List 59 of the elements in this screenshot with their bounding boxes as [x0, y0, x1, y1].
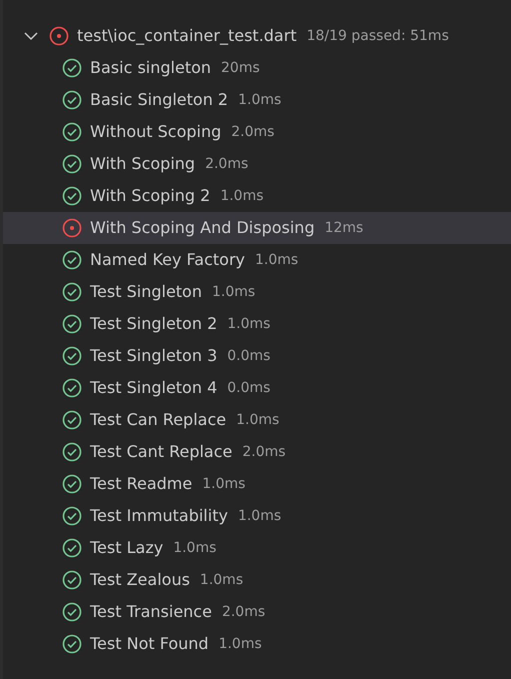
test-name: With Scoping And Disposing: [90, 217, 315, 239]
test-row[interactable]: Test Singleton 3 0.0ms: [3, 340, 511, 372]
test-name: Without Scoping: [90, 121, 222, 143]
test-duration: 0.0ms: [227, 378, 270, 398]
test-row[interactable]: Test Lazy 1.0ms: [3, 532, 511, 564]
test-row[interactable]: Test Can Replace 1.0ms: [3, 404, 511, 436]
test-duration: 20ms: [221, 58, 260, 78]
test-row[interactable]: Test Singleton 2 1.0ms: [3, 308, 511, 340]
test-name: Test Immutability: [90, 505, 228, 527]
test-name: With Scoping: [90, 153, 196, 175]
test-row[interactable]: Basic Singleton 2 1.0ms: [3, 84, 511, 116]
test-duration: 2.0ms: [231, 122, 274, 142]
test-duration: 1.0ms: [236, 410, 280, 430]
test-duration: 1.0ms: [238, 90, 282, 110]
test-duration: 1.0ms: [218, 634, 262, 654]
test-duration: 1.0ms: [238, 506, 282, 526]
test-row[interactable]: With Scoping And Disposing 12ms: [3, 212, 511, 244]
test-row[interactable]: Named Key Factory 1.0ms: [3, 244, 511, 276]
test-name: Test Singleton 2: [90, 313, 218, 335]
test-name: Test Cant Replace: [90, 441, 232, 463]
test-row[interactable]: Test Readme 1.0ms: [3, 468, 511, 500]
test-name: Test Singleton 3: [90, 345, 218, 367]
test-row[interactable]: With Scoping 2 1.0ms: [3, 180, 511, 212]
test-duration: 2.0ms: [242, 442, 286, 462]
test-name: Test Transience: [90, 601, 212, 623]
test-duration: 2.0ms: [205, 154, 248, 174]
test-name: Named Key Factory: [90, 249, 245, 271]
test-name: With Scoping 2: [90, 185, 210, 207]
test-duration: 1.0ms: [254, 250, 298, 270]
test-row[interactable]: Test Not Found 1.0ms: [3, 628, 511, 660]
test-row[interactable]: Test Cant Replace 2.0ms: [3, 436, 511, 468]
test-row[interactable]: Test Zealous 1.0ms: [3, 564, 511, 596]
test-name: Test Zealous: [90, 569, 190, 591]
test-row[interactable]: Test Singleton 4 0.0ms: [3, 372, 511, 404]
test-name: Test Lazy: [90, 537, 164, 559]
test-name: Test Not Found: [90, 633, 209, 655]
test-duration: 12ms: [324, 218, 364, 238]
test-duration: 2.0ms: [222, 602, 266, 622]
test-name: Test Can Replace: [90, 409, 226, 431]
test-row[interactable]: With Scoping 2.0ms: [3, 148, 511, 180]
test-duration: 1.0ms: [202, 474, 246, 494]
file-name: test\ioc_container_test.dart: [77, 25, 297, 47]
test-name: Basic singleton: [90, 57, 212, 79]
test-name: Basic Singleton 2: [90, 89, 228, 111]
test-row[interactable]: Basic singleton 20ms: [3, 52, 511, 84]
test-duration: 1.0ms: [173, 538, 216, 558]
file-summary: 18/19 passed: 51ms: [306, 26, 449, 46]
test-duration: 1.0ms: [200, 570, 244, 590]
test-row[interactable]: Test Immutability 1.0ms: [3, 500, 511, 532]
test-row[interactable]: Without Scoping 2.0ms: [3, 116, 511, 148]
test-duration: 1.0ms: [220, 186, 264, 206]
test-duration: 1.0ms: [212, 282, 256, 302]
test-row[interactable]: Test Singleton 1.0ms: [3, 276, 511, 308]
test-name: Test Readme: [90, 473, 192, 495]
test-name: Test Singleton: [90, 281, 202, 303]
test-row[interactable]: Test Transience 2.0ms: [3, 596, 511, 628]
test-name: Test Singleton 4: [90, 377, 218, 399]
test-duration: 0.0ms: [227, 346, 270, 366]
test-duration: 1.0ms: [227, 314, 270, 334]
